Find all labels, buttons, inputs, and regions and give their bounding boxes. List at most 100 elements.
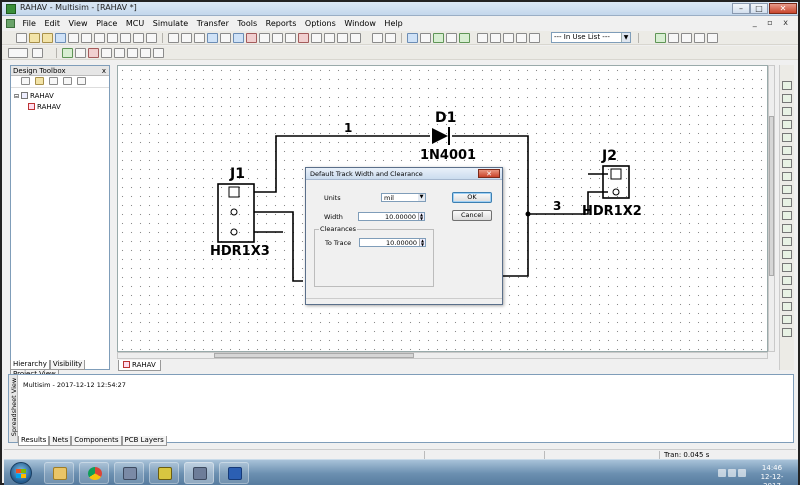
tree-item-project[interactable]: ⊟ RAHAV <box>14 91 109 102</box>
document-icon[interactable] <box>6 19 15 28</box>
labview-instrument-icon[interactable] <box>782 315 792 324</box>
cancel-button[interactable]: Cancel <box>452 210 492 221</box>
menu-tools[interactable]: Tools <box>234 17 260 30</box>
undo-icon[interactable] <box>133 33 144 43</box>
units-select[interactable]: mil ▼ <box>381 193 426 202</box>
menu-window[interactable]: Window <box>341 17 379 30</box>
menu-options[interactable]: Options <box>302 17 339 30</box>
close-button[interactable]: ✕ <box>769 3 797 14</box>
taskbar-multisim-a[interactable] <box>114 462 144 484</box>
component-wizard-icon[interactable] <box>477 33 488 43</box>
place-transistor-icon[interactable] <box>285 33 296 43</box>
save-icon[interactable] <box>55 33 66 43</box>
menu-edit[interactable]: Edit <box>41 17 63 30</box>
place-analog-icon[interactable] <box>298 33 309 43</box>
measurement-probe-icon[interactable] <box>782 302 792 311</box>
wattmeter-icon[interactable] <box>782 107 792 116</box>
tab-nets[interactable]: Nets <box>49 436 72 446</box>
pause-simulation-icon[interactable] <box>75 48 86 58</box>
chevron-down-icon[interactable]: ▼ <box>418 194 425 201</box>
spreadsheet-view-icon[interactable] <box>433 33 444 43</box>
j1-value-label[interactable]: HDR1X3 <box>210 244 270 259</box>
paste-icon[interactable] <box>120 33 131 43</box>
place-mixed-icon[interactable] <box>350 33 361 43</box>
mdi-controls[interactable]: _ ▫ x <box>753 18 792 27</box>
spectrum-analyzer-icon[interactable] <box>782 237 792 246</box>
multimeter-icon[interactable] <box>782 81 792 90</box>
design-toolbox-icon[interactable] <box>32 48 43 58</box>
open-sample-icon[interactable] <box>42 33 53 43</box>
toggle-toolbar-icon[interactable] <box>8 48 28 58</box>
j2-ref-label[interactable]: J2 <box>602 148 617 164</box>
place-wire-icon[interactable] <box>168 33 179 43</box>
menu-view[interactable]: View <box>66 17 91 30</box>
place-connector-icon[interactable] <box>194 33 205 43</box>
schematic-canvas[interactable]: J1 HDR1X3 D1 1N4001 J2 HDR1X2 1 3 Defaul… <box>117 65 768 352</box>
new-file-icon[interactable] <box>16 33 27 43</box>
run-simulation-icon[interactable] <box>62 48 73 58</box>
width-input[interactable]: 10.00000 ▲ ▼ <box>358 212 425 221</box>
tab-hierarchy[interactable]: Hierarchy <box>10 360 50 370</box>
j1-ref-label[interactable]: J1 <box>230 166 245 182</box>
place-junction-icon[interactable] <box>207 33 218 43</box>
to-trace-spinner[interactable]: ▲ ▼ <box>419 239 425 246</box>
four-channel-scope-icon[interactable] <box>782 133 792 142</box>
place-ttl-icon[interactable] <box>311 33 322 43</box>
open-folder-icon[interactable] <box>29 33 40 43</box>
maximize-button[interactable]: □ <box>750 3 768 14</box>
menu-file[interactable]: File <box>20 17 39 30</box>
menu-mcu[interactable]: MCU <box>123 17 147 30</box>
ok-button[interactable]: OK <box>452 192 492 203</box>
d1-ref-label[interactable]: D1 <box>435 110 456 126</box>
forward-annotate-icon[interactable] <box>516 33 527 43</box>
redo-icon[interactable] <box>146 33 157 43</box>
electrical-rules-icon[interactable] <box>490 33 501 43</box>
postprocessor-icon[interactable] <box>420 33 431 43</box>
open-design-icon[interactable] <box>35 77 44 85</box>
menu-place[interactable]: Place <box>93 17 120 30</box>
place-ground-icon[interactable] <box>220 33 231 43</box>
tab-pcb-layers[interactable]: PCB Layers <box>121 436 167 446</box>
logic-converter-icon[interactable] <box>782 185 792 194</box>
sim-list-icon[interactable] <box>446 33 457 43</box>
probe-icon[interactable] <box>127 48 138 58</box>
logic-analyzer-icon[interactable] <box>782 198 792 207</box>
print-preview-icon[interactable] <box>81 33 92 43</box>
bode-plotter-icon[interactable] <box>782 146 792 155</box>
stop-simulation-icon[interactable] <box>88 48 99 58</box>
j2-value-label[interactable]: HDR1X2 <box>582 204 642 219</box>
place-cmos-icon[interactable] <box>324 33 335 43</box>
vertical-scrollbar[interactable] <box>768 65 775 352</box>
minimize-button[interactable]: – <box>732 3 750 14</box>
database-icon[interactable] <box>459 33 470 43</box>
tab-components[interactable]: Components <box>71 436 122 446</box>
start-button[interactable] <box>10 462 32 484</box>
menu-simulate[interactable]: Simulate <box>150 17 191 30</box>
agilent-generator-icon[interactable] <box>782 263 792 272</box>
close-design-icon[interactable] <box>63 77 72 85</box>
place-source-icon[interactable] <box>246 33 257 43</box>
scroll-thumb[interactable] <box>769 116 774 276</box>
word-generator-icon[interactable] <box>782 172 792 181</box>
breakpoint-icon[interactable] <box>153 48 164 58</box>
taskbar-chrome[interactable] <box>79 462 109 484</box>
step-icon[interactable] <box>101 48 112 58</box>
width-spinner[interactable]: ▲ ▼ <box>418 213 424 220</box>
transfer-icon[interactable] <box>529 33 540 43</box>
horizontal-scrollbar[interactable] <box>117 352 768 359</box>
tab-results[interactable]: Results <box>18 436 50 446</box>
menu-transfer[interactable]: Transfer <box>194 17 232 30</box>
iv-analyzer-icon[interactable] <box>782 211 792 220</box>
net-label-1[interactable]: 1 <box>344 121 352 135</box>
taskbar-explorer[interactable] <box>44 462 74 484</box>
zoom-out-icon[interactable] <box>681 33 692 43</box>
d1-value-label[interactable]: 1N4001 <box>420 148 476 163</box>
print-icon[interactable] <box>68 33 79 43</box>
interactive-icon[interactable] <box>114 48 125 58</box>
cut-icon[interactable] <box>94 33 105 43</box>
close-icon[interactable]: x <box>102 66 106 76</box>
tektronix-scope-icon[interactable] <box>782 289 792 298</box>
place-diode-icon[interactable] <box>272 33 283 43</box>
to-trace-input[interactable]: 10.00000 ▲ ▼ <box>359 238 426 247</box>
grapher-icon[interactable] <box>407 33 418 43</box>
